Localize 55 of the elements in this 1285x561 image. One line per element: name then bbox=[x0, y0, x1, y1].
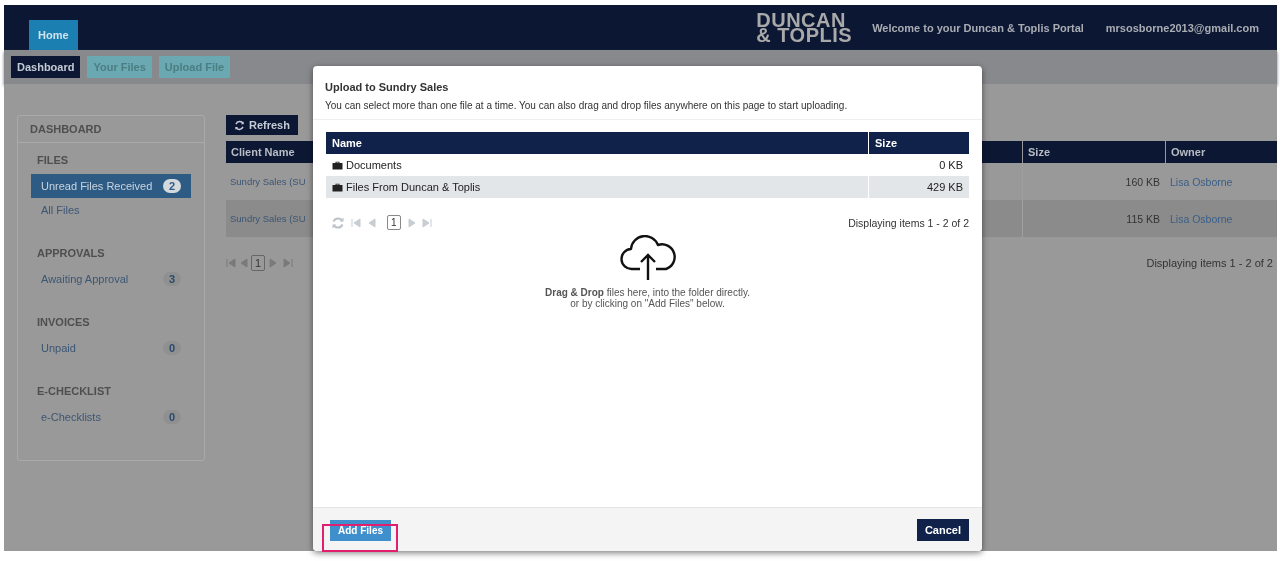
section-heading: INVOICES bbox=[36, 315, 91, 330]
column-header: Size bbox=[868, 132, 969, 154]
column-header: Size bbox=[1022, 141, 1165, 163]
sidebar-item-label: e-Checklists bbox=[41, 411, 101, 423]
owner-link[interactable]: Lisa Osborne bbox=[1170, 212, 1233, 225]
sidebar-item[interactable]: All Files bbox=[31, 198, 191, 222]
drop-hint: or by clicking on "Add Files" below. bbox=[570, 298, 725, 309]
sidebar-item-label: All Files bbox=[41, 204, 80, 216]
refresh-icon bbox=[234, 119, 245, 131]
pager-status: Displaying items 1 - 2 of 2 bbox=[848, 216, 969, 229]
briefcase-icon bbox=[332, 182, 343, 192]
cancel-button[interactable]: Cancel bbox=[916, 518, 969, 541]
briefcase-icon bbox=[332, 160, 343, 170]
column-header: Owner bbox=[1165, 141, 1277, 163]
sidebar-title: DASHBOARD bbox=[18, 116, 204, 143]
count-badge: 3 bbox=[162, 272, 181, 286]
table-cell: Sundry Sales (SU bbox=[230, 213, 306, 224]
table-cell: 429 KB bbox=[926, 181, 963, 193]
next-last-icon bbox=[268, 258, 295, 268]
section-heading: E-CHECKLIST bbox=[36, 384, 112, 399]
sidebar-item-label: Awaiting Approval bbox=[41, 273, 129, 285]
add-files-button[interactable]: Add Files bbox=[330, 520, 391, 541]
pager-status: Displaying items 1 - 2 of 2 bbox=[1146, 257, 1274, 269]
count-badge: 0 bbox=[162, 341, 181, 355]
refresh-button[interactable]: Refresh bbox=[226, 115, 298, 135]
refresh-icon[interactable] bbox=[331, 215, 345, 230]
logo: DUNCAN & TOPLIS bbox=[756, 12, 853, 43]
table-cell: 115 KB bbox=[1126, 212, 1160, 225]
first-prev-icon bbox=[226, 258, 248, 268]
count-badge: 0 bbox=[162, 410, 181, 424]
table-cell: 0 KB bbox=[939, 159, 963, 171]
sidebar-item[interactable]: e-Checklists 0 bbox=[31, 405, 191, 429]
next-last-icon bbox=[406, 217, 433, 228]
nav-tab[interactable]: Dashboard bbox=[11, 56, 81, 78]
dialog-subtitle: You can select more than one file at a time. You can also drag and drop files anywhere on this page to start uploading. bbox=[325, 100, 849, 111]
table-cell: 160 KB bbox=[1125, 175, 1160, 188]
owner-link[interactable]: Lisa Osborne bbox=[1170, 175, 1233, 188]
folder-name[interactable]: Files From Duncan & Toplis bbox=[346, 181, 481, 193]
sidebar-item[interactable]: Unpaid 0 bbox=[31, 336, 191, 360]
sidebar-item[interactable]: Awaiting Approval 3 bbox=[31, 267, 191, 291]
welcome-text: Welcome to your Duncan & Toplis Portal bbox=[872, 21, 1084, 34]
home-tab[interactable]: Home bbox=[29, 20, 78, 50]
section-heading: APPROVALS bbox=[36, 246, 106, 261]
user-email[interactable]: mrsosborne2013@gmail.com bbox=[1105, 21, 1259, 34]
page-number[interactable]: 1 bbox=[251, 255, 266, 271]
section-heading: FILES bbox=[36, 153, 70, 168]
sidebar-item[interactable]: Unread Files Received 2 bbox=[31, 174, 191, 198]
sidebar-item-label: Unread Files Received bbox=[41, 180, 153, 192]
cloud-upload-icon bbox=[619, 235, 676, 281]
count-badge: 2 bbox=[162, 179, 181, 193]
page-number[interactable]: 1 bbox=[387, 215, 401, 230]
drop-hint: Drag & Drop files here, into the folder directly. bbox=[545, 287, 750, 298]
table-cell: Sundry Sales (SU bbox=[230, 176, 306, 187]
sidebar-item-label: Unpaid bbox=[41, 342, 76, 354]
dialog-title: Upload to Sundry Sales bbox=[325, 81, 450, 93]
